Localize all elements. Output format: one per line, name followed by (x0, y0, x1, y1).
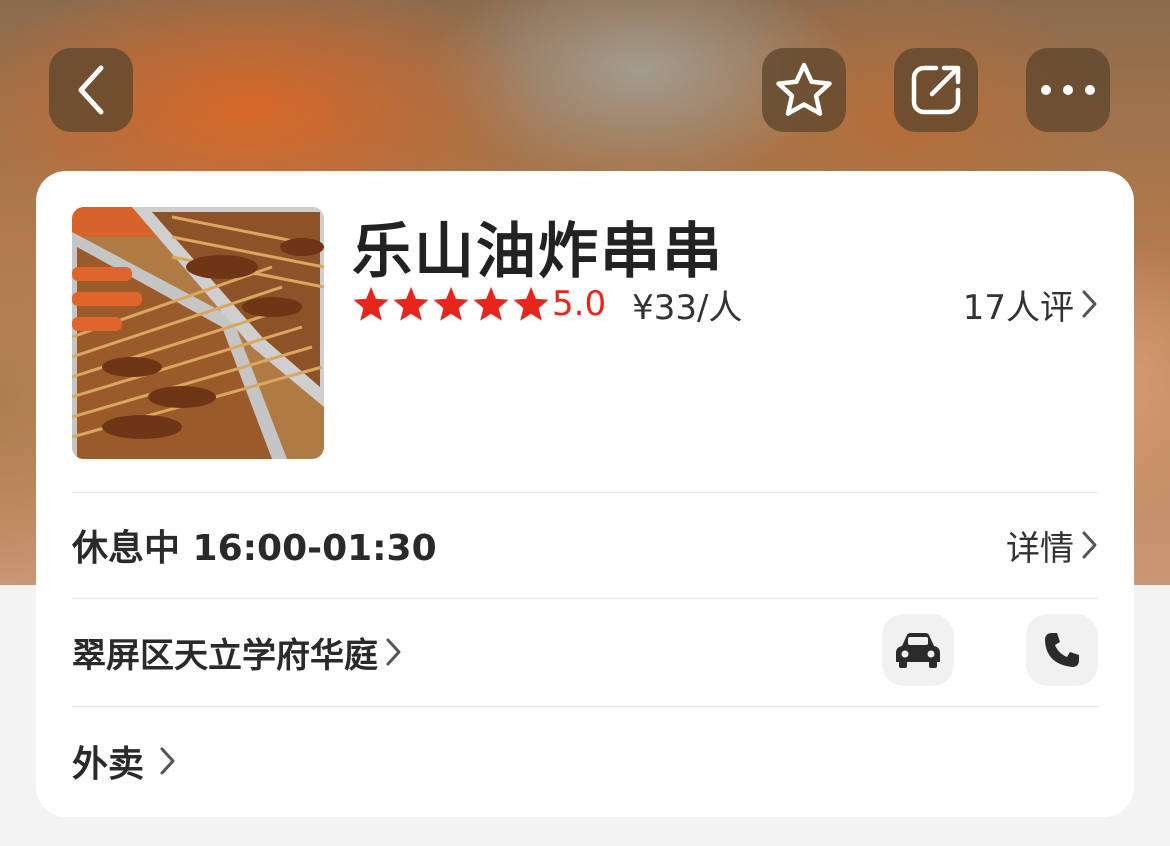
takeout-label: 外卖 (72, 744, 145, 785)
star-filled-icon (353, 286, 389, 321)
call-button[interactable] (1026, 614, 1098, 686)
food-image (72, 207, 324, 459)
chevron-right-icon (1082, 531, 1097, 559)
hours-row[interactable]: 休息中 16:00-01:30 详情 (72, 493, 1098, 597)
hours-detail-link[interactable]: 详情 (1006, 521, 1098, 570)
back-icon (78, 65, 104, 115)
business-hours: 休息中 16:00-01:30 (72, 528, 437, 569)
chevron-right-icon (160, 747, 175, 775)
more-button[interactable] (1026, 48, 1110, 132)
back-button[interactable] (49, 48, 133, 132)
reviews-count: 17人评 (962, 287, 1074, 328)
address-text: 翠屏区天立学府华庭 (72, 635, 378, 676)
more-icon (1041, 85, 1095, 95)
chevron-right-icon (1082, 290, 1097, 318)
detail-label: 详情 (1006, 528, 1074, 569)
restaurant-name: 乐山油炸串串 (352, 217, 724, 287)
restaurant-photo[interactable] (72, 207, 324, 459)
favorite-button[interactable] (762, 48, 846, 132)
phone-icon (1045, 633, 1079, 667)
restaurant-card: 乐山油炸串串 5.0 ¥33/人 17人评 休息中 16:00-01:30 详情 (36, 171, 1134, 817)
takeout-link[interactable]: 外卖 (72, 735, 176, 787)
takeout-row: 外卖 (72, 707, 1098, 815)
star-filled-icon (513, 286, 549, 321)
car-icon (896, 633, 940, 668)
rating-row: 5.0 ¥33/人 (352, 279, 742, 329)
star-filled-icon (473, 286, 509, 321)
address-link[interactable]: 翠屏区天立学府华庭 (72, 628, 402, 677)
reviews-link[interactable]: 17人评 (963, 279, 1098, 329)
price-per-person: ¥33/人 (632, 287, 743, 328)
chevron-right-icon (386, 638, 401, 666)
share-button[interactable] (894, 48, 978, 132)
star-filled-icon (433, 286, 469, 321)
share-icon (911, 65, 961, 115)
rating-score: 5.0 (552, 284, 607, 324)
rating-stars (352, 285, 550, 323)
navigate-button[interactable] (882, 614, 954, 686)
star-outline-icon (776, 62, 832, 116)
star-filled-icon (393, 286, 429, 321)
